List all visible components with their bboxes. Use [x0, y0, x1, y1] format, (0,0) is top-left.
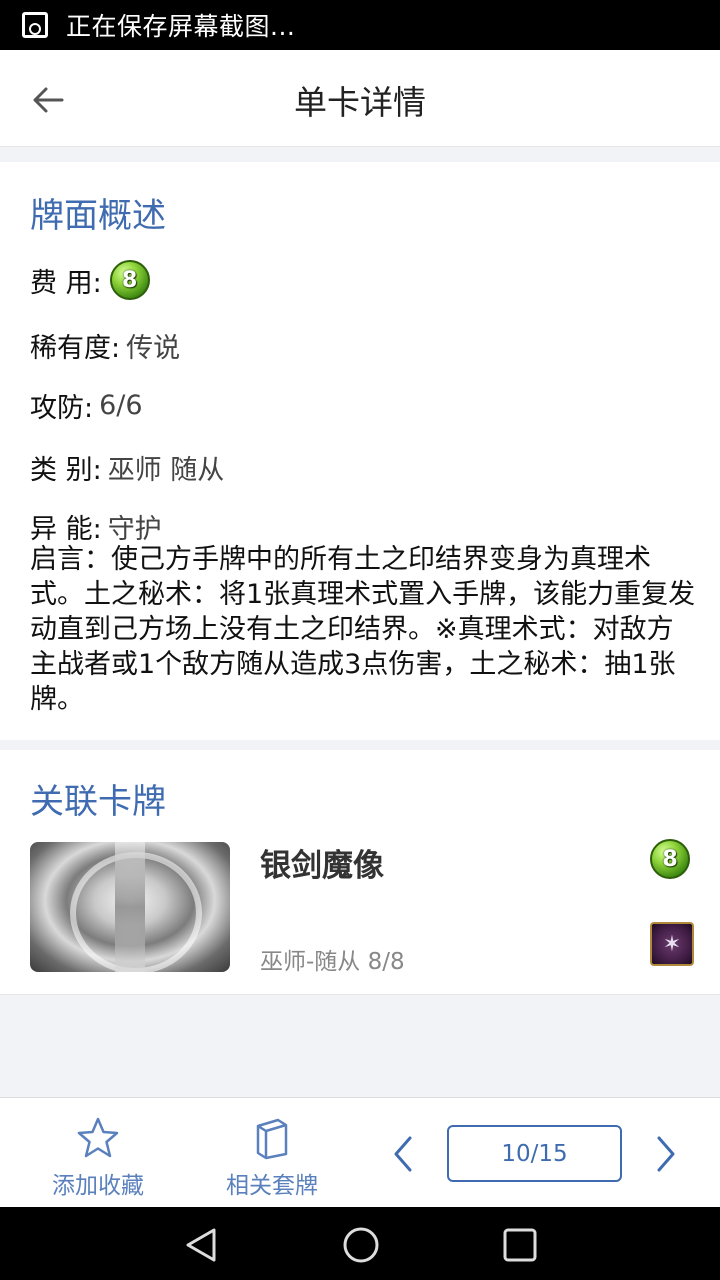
related-card-name: 银剑魔像 — [260, 848, 384, 884]
page-title: 单卡详情 — [294, 83, 426, 122]
type-row: 类 别: 巫师 随从 — [30, 448, 224, 487]
related-decks-button[interactable]: 相关套牌 — [222, 1098, 322, 1208]
related-cost-gem-icon: 8 — [650, 839, 690, 879]
nav-recents-icon[interactable] — [500, 1225, 540, 1265]
add-favorite-label: 添加收藏 — [52, 1173, 144, 1199]
ability-row: 异 能: 守护 — [30, 507, 162, 546]
add-favorite-button[interactable]: 添加收藏 — [48, 1098, 148, 1208]
ability-label: 异 能: — [30, 514, 102, 545]
rarity-value: 传说 — [126, 333, 181, 364]
card-art-image[interactable] — [30, 842, 230, 972]
legendary-rarity-icon: ✶ — [650, 922, 694, 966]
related-title: 关联卡牌 — [30, 782, 166, 822]
type-label: 类 别: — [30, 455, 102, 486]
nav-back-icon[interactable] — [182, 1225, 222, 1265]
page-indicator[interactable]: 10/15 — [447, 1125, 622, 1182]
cost-label: 费 用: — [30, 267, 102, 299]
stats-value: 6/6 — [99, 390, 143, 421]
stats-label: 攻防: — [30, 393, 94, 424]
type-value: 巫师 随从 — [107, 455, 225, 486]
overview-title: 牌面概述 — [30, 196, 166, 236]
rarity-row: 稀有度: 传说 — [30, 326, 180, 365]
bottom-toolbar: 添加收藏 相关套牌 10/15 — [0, 1097, 720, 1207]
related-decks-label: 相关套牌 — [226, 1173, 318, 1199]
star-icon — [77, 1117, 119, 1158]
app-header: 单卡详情 — [0, 50, 720, 147]
previous-page-chevron-icon[interactable] — [384, 1134, 424, 1174]
system-nav-bar — [0, 1207, 720, 1280]
next-page-chevron-icon[interactable] — [645, 1134, 685, 1174]
related-section: 关联卡牌 银剑魔像 巫师-随从 8/8 8 ✶ — [0, 750, 720, 995]
stats-row: 攻防: 6/6 — [30, 386, 143, 425]
overview-section: 牌面概述 费 用: 8 稀有度: 传说 攻防: 6/6 类 别: 巫师 随从 异… — [0, 162, 720, 740]
ability-description: 启言：使己方手牌中的所有土之印结界变身为真理术式。土之秘术：将1张真理术式置入手… — [30, 544, 696, 715]
status-bar: 正在保存屏幕截图... — [0, 0, 720, 50]
screenshot-icon — [22, 12, 48, 38]
deck-box-icon — [256, 1118, 288, 1160]
rarity-label: 稀有度: — [30, 333, 121, 364]
nav-home-icon[interactable] — [341, 1225, 381, 1265]
cost-row: 费 用: 8 — [30, 260, 150, 300]
status-text: 正在保存屏幕截图... — [66, 12, 296, 41]
ability-value: 守护 — [107, 514, 162, 545]
related-card-subtitle: 巫师-随从 8/8 — [260, 949, 405, 975]
cost-gem-icon: 8 — [109, 260, 150, 300]
